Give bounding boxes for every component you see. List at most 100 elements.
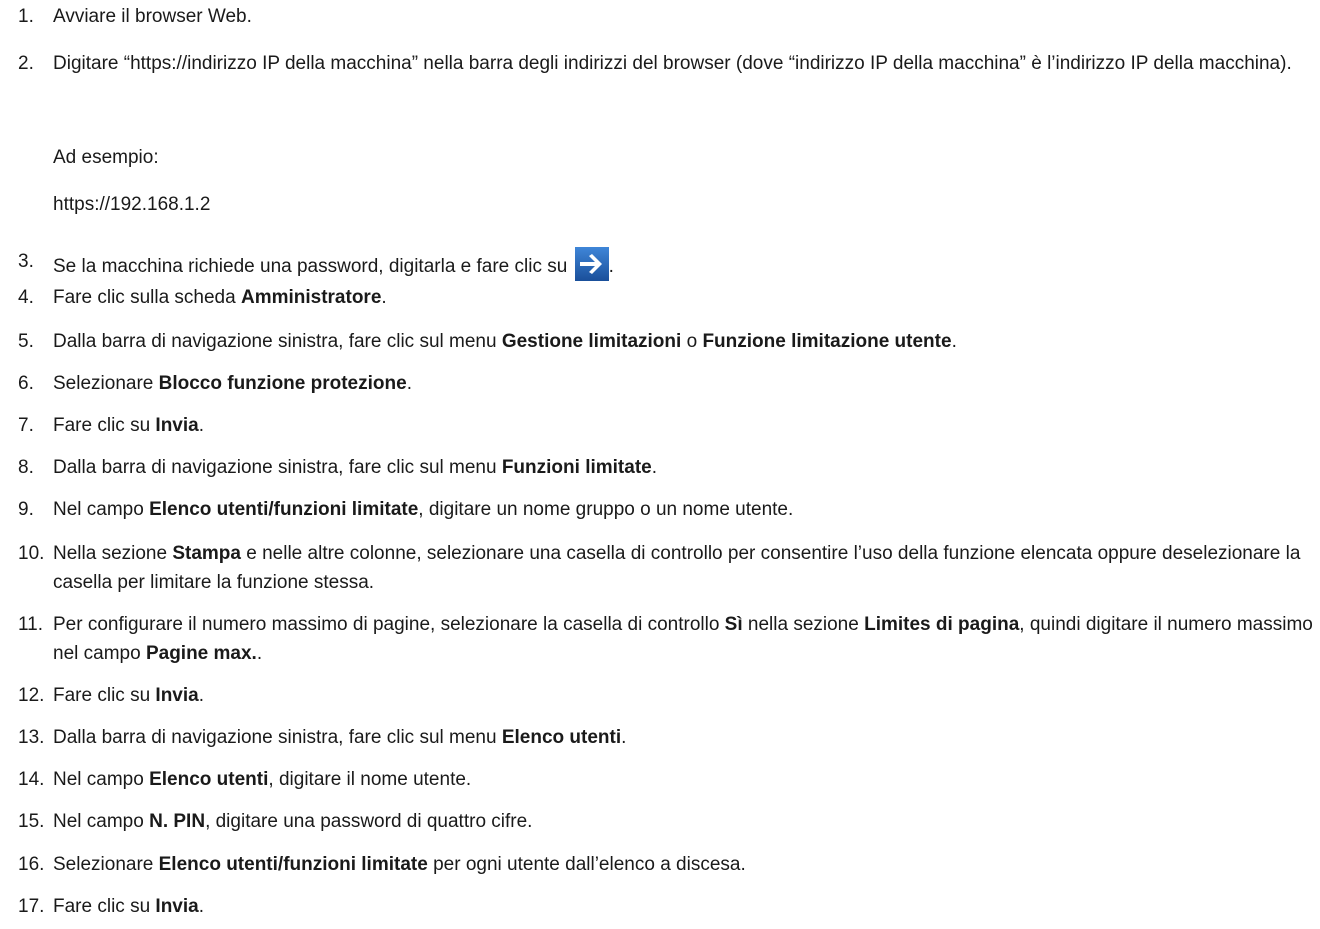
step-16: 16. Selezionare Elenco utenti/funzioni l…: [18, 850, 1318, 879]
step-emphasis: Pagine max.: [145, 643, 257, 664]
step-text: Nel campo Elenco utenti/funzioni limitat…: [53, 495, 1318, 524]
step-text: Nel campo Elenco utenti, digitare il nom…: [53, 765, 1318, 794]
step-text-part: .: [198, 415, 205, 436]
step-number: 8.: [18, 457, 34, 478]
step-12: 12. Fare clic su Invia.: [18, 681, 1318, 710]
step-9: 9. Nel campo Elenco utenti/funzioni limi…: [18, 495, 1318, 524]
step-text-part: Selezionare: [53, 373, 159, 394]
step-text: Selezionare Elenco utenti/funzioni limit…: [53, 850, 1318, 879]
step-text: Dalla barra di navigazione sinistra, far…: [53, 327, 1318, 356]
step-text-part: Nel campo: [53, 811, 150, 832]
step-text: Fare clic su Invia.: [53, 681, 1318, 710]
step-text-part: Dalla barra di navigazione sinistra, far…: [53, 727, 502, 748]
step-number: 5.: [18, 331, 34, 352]
step-number: 13.: [18, 727, 45, 748]
step-emphasis: Invia: [155, 685, 199, 706]
step-number: 12.: [18, 685, 45, 706]
step-text-part: .: [198, 685, 205, 706]
example-url: https://192.168.1.2: [53, 194, 211, 215]
step-text-part: .: [406, 373, 412, 394]
step-text: Digitare “https://indirizzo IP della mac…: [53, 49, 1318, 78]
instructions-page: 1. Avviare il browser Web. 2. Digitare “…: [0, 0, 1320, 929]
step-text-part: .: [621, 727, 627, 748]
step-emphasis: Blocco funzione protezione: [158, 373, 407, 394]
step-text-part: Digitare “https://indirizzo IP della mac…: [53, 53, 1292, 74]
step-text-part: , digitare il nome utente.: [268, 769, 472, 790]
step-text-part: Nel campo: [53, 769, 150, 790]
step-14: 14. Nel campo Elenco utenti, digitare il…: [18, 765, 1318, 794]
step-text-part: Nella sezione: [53, 543, 173, 564]
step-text-part: o: [681, 331, 703, 352]
step-number: 6.: [18, 373, 34, 394]
step-11: 11. Per configurare il numero massimo di…: [18, 610, 1318, 668]
example-label: Ad esempio:: [53, 147, 159, 168]
step-text-part: .: [951, 331, 957, 352]
step-text-part: Nel campo: [53, 499, 150, 520]
step-10: 10. Nella sezione Stampa e nelle altre c…: [18, 539, 1318, 597]
step-number: 9.: [18, 499, 34, 520]
step-emphasis: Elenco utenti: [501, 727, 622, 748]
step-text: Selezionare Blocco funzione protezione.: [53, 369, 1318, 398]
step-emphasis: Invia: [155, 896, 199, 917]
step-text-part: , digitare un nome gruppo o un nome uten…: [418, 499, 794, 520]
step-number: 7.: [18, 415, 34, 436]
step-text-part: Fare clic su: [53, 415, 156, 436]
step-17: 17. Fare clic su Invia.: [18, 892, 1318, 921]
step-number: 4.: [18, 287, 34, 308]
step-2: 2. Digitare “https://indirizzo IP della …: [18, 49, 1318, 78]
step-emphasis: Elenco utenti/funzioni limitate: [149, 499, 419, 520]
step-text-before: Se la macchina richiede una password, di…: [53, 256, 573, 277]
step-emphasis: Gestione limitazioni: [501, 331, 682, 352]
step-text: Fare clic su Invia.: [53, 411, 1318, 440]
step-text-part: .: [651, 457, 657, 478]
step-text-part: e nelle altre colonne, selezionare una c…: [53, 543, 1306, 593]
step-number: 2.: [18, 53, 34, 74]
step-emphasis: Elenco utenti/funzioni limitate: [158, 854, 428, 875]
step-5: 5. Dalla barra di navigazione sinistra, …: [18, 327, 1318, 356]
step-emphasis: Stampa: [172, 543, 241, 564]
step-text: Nel campo N. PIN, digitare una password …: [53, 807, 1318, 836]
step-number: 3.: [18, 251, 34, 272]
step-emphasis: Sì: [724, 614, 743, 635]
step-text-part: Fare clic su: [53, 685, 156, 706]
step-text: Fare clic sulla scheda Amministratore.: [53, 283, 1318, 312]
step-8: 8. Dalla barra di navigazione sinistra, …: [18, 453, 1318, 482]
step-13: 13. Dalla barra di navigazione sinistra,…: [18, 723, 1318, 752]
step-4: 4. Fare clic sulla scheda Amministratore…: [18, 283, 1318, 312]
step-text-part: nella sezione: [742, 614, 865, 635]
step-text: Nella sezione Stampa e nelle altre colon…: [53, 539, 1318, 597]
step-text: Per configurare il numero massimo di pag…: [53, 610, 1318, 668]
step-text: Dalla barra di navigazione sinistra, far…: [53, 723, 1318, 752]
step-text-part: per ogni utente dall’elenco a discesa.: [427, 854, 746, 875]
step-text-part: Avviare il browser Web.: [53, 6, 252, 27]
step-emphasis: Elenco utenti: [149, 769, 269, 790]
step-text: Fare clic su Invia.: [53, 892, 1318, 921]
step-text-part: .: [198, 896, 205, 917]
step-text: Avviare il browser Web.: [53, 2, 1318, 31]
step-emphasis: Funzione limitazione utente: [702, 331, 952, 352]
step-emphasis: Funzioni limitate: [501, 457, 652, 478]
step-number: 16.: [18, 854, 45, 875]
step-number: 17.: [18, 896, 45, 917]
step-text-part: Per configurare il numero massimo di pag…: [53, 614, 725, 635]
step-text-part: Dalla barra di navigazione sinistra, far…: [53, 457, 502, 478]
step-number: 10.: [18, 543, 45, 564]
step-text: Se la macchina richiede una password, di…: [53, 247, 1318, 281]
step-1: 1. Avviare il browser Web.: [18, 2, 1318, 31]
step-text-part: Fare clic sulla scheda: [53, 287, 241, 308]
step-number: 15.: [18, 811, 45, 832]
step-text-part: Fare clic su: [53, 896, 156, 917]
go-arrow-icon: [574, 247, 609, 281]
step-number: 14.: [18, 769, 45, 790]
step-emphasis: Limites di pagina: [864, 614, 1020, 635]
step-7: 7. Fare clic su Invia.: [18, 411, 1318, 440]
step-text-part: Selezionare: [53, 854, 159, 875]
step-text-part: .: [381, 287, 387, 308]
step-15: 15. Nel campo N. PIN, digitare una passw…: [18, 807, 1318, 836]
step-emphasis: Invia: [155, 415, 199, 436]
step-number: 11.: [18, 614, 44, 635]
step-3: 3. Se la macchina richiede una password,…: [18, 247, 1318, 281]
step-text-part: .: [256, 643, 263, 664]
step-6: 6. Selezionare Blocco funzione protezion…: [18, 369, 1318, 398]
step-emphasis: Amministratore: [240, 287, 382, 308]
